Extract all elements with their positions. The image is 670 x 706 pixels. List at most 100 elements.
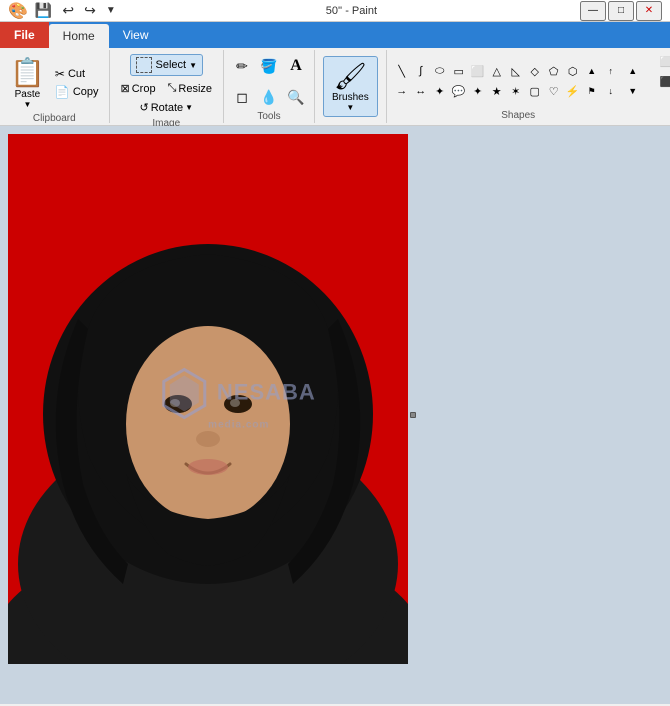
app-icon: 🎨 <box>8 1 28 21</box>
rotate-label: Rotate <box>151 102 183 114</box>
hexagon-shape[interactable]: ⬡ <box>564 62 582 80</box>
arrow-shape[interactable]: → <box>393 82 411 100</box>
cut-button[interactable]: ✂ Cut <box>51 66 103 82</box>
crop-button[interactable]: ⊠ Crop <box>116 80 161 97</box>
image-content: Select ▼ ⊠ Crop ⤡ Resize ↺ Rotate ▼ <box>116 54 218 116</box>
magnifier-tool[interactable]: 🔍 <box>284 85 308 109</box>
clipboard-label: Clipboard <box>6 111 103 126</box>
quad-arrow-shape[interactable]: ✦ <box>431 82 449 100</box>
ribbon-tabs: File Home View <box>0 22 670 48</box>
minimize-button[interactable]: — <box>580 1 606 21</box>
copy-button[interactable]: 📄 Copy <box>51 84 103 100</box>
canvas-handle[interactable] <box>410 412 416 418</box>
paste-button[interactable]: 📋 Paste ▼ <box>6 54 49 111</box>
shapes-grid-wrapper: ╲ ∫ ⬭ ▭ ⬜ △ ◺ ◇ ⬠ ⬡ ▲ ↑ → ↔ ✦ 💬 <box>393 62 620 100</box>
pencil-tool[interactable]: ✏ <box>230 54 254 78</box>
tab-file[interactable]: File <box>0 22 49 48</box>
tools-label: Tools <box>230 109 308 124</box>
ribbon-toolbar: 📋 Paste ▼ ✂ Cut 📄 Copy Clipboard <box>0 48 670 126</box>
tools-group: ✏ 🪣 A ◻ 💧 🔍 Tools <box>224 50 315 123</box>
brushes-arrow: ▼ <box>346 103 354 112</box>
flag-shape[interactable]: ⚑ <box>583 82 601 100</box>
clipboard-content: 📋 Paste ▼ ✂ Cut 📄 Copy <box>6 54 103 111</box>
shapes-scroll-down[interactable]: ▼ <box>624 82 642 100</box>
tools-row-2: ◻ 💧 🔍 <box>230 85 308 109</box>
color-picker-tool[interactable]: 💧 <box>257 85 281 109</box>
shapes-content: ╲ ∫ ⬭ ▭ ⬜ △ ◺ ◇ ⬠ ⬡ ▲ ↑ → ↔ ✦ 💬 <box>393 54 644 108</box>
image-row-2: ↺ Rotate ▼ <box>134 99 198 116</box>
window-controls: — □ ✕ <box>580 1 662 21</box>
pentagon-shape[interactable]: ⬠ <box>545 62 563 80</box>
undo-icon[interactable]: ↩ <box>59 1 77 20</box>
tools-row-1: ✏ 🪣 A <box>230 54 308 78</box>
clipboard-group: 📋 Paste ▼ ✂ Cut 📄 Copy Clipboard <box>0 50 110 123</box>
diamond-shape[interactable]: ◇ <box>526 62 544 80</box>
heart-shape[interactable]: ♡ <box>545 82 563 100</box>
select-button[interactable]: Select ▼ <box>130 54 204 76</box>
shapes-group: ╲ ∫ ⬭ ▭ ⬜ △ ◺ ◇ ⬠ ⬡ ▲ ↑ → ↔ ✦ 💬 <box>387 50 650 123</box>
double-arrow-shape[interactable]: ↔ <box>412 82 430 100</box>
select-label: Select <box>156 59 187 71</box>
rect-shape[interactable]: ▭ <box>450 62 468 80</box>
shapes-row-2: → ↔ ✦ 💬 ✦ ★ ✶ ▢ ♡ ⚡ ⚑ ↓ <box>393 82 620 100</box>
crop-label: Crop <box>132 83 156 95</box>
text-tool[interactable]: A <box>284 54 308 78</box>
oval-shape[interactable]: ⬭ <box>431 62 449 80</box>
paste-label: Paste <box>15 89 41 100</box>
star4-shape[interactable]: ✦ <box>469 82 487 100</box>
quick-access-toolbar: 💾 ↩ ↪ ▼ <box>32 1 119 20</box>
copy-icon: 📄 <box>55 85 70 99</box>
canvas-area[interactable]: NESABA media.com <box>0 126 670 704</box>
brushes-group: 🖌 Brushes ▼ <box>315 50 387 123</box>
outline-fill-group: ⬜ Outline ▼ ⬛ Fill ▾ <box>650 50 670 123</box>
rounded-rect2-shape[interactable]: ▢ <box>526 82 544 100</box>
clipboard-small-buttons: ✂ Cut 📄 Copy <box>51 66 103 100</box>
triangle-shape[interactable]: △ <box>488 62 506 80</box>
cut-label: Cut <box>68 68 85 80</box>
eraser-tool[interactable]: ◻ <box>230 85 254 109</box>
shapes-row-1: ╲ ∫ ⬭ ▭ ⬜ △ ◺ ◇ ⬠ ⬡ ▲ ↑ <box>393 62 620 80</box>
brushes-icon: 🖌 <box>334 61 367 92</box>
outline-button[interactable]: ⬜ Outline ▼ <box>656 54 670 70</box>
rotate-icon: ↺ <box>139 101 148 114</box>
fill-tool[interactable]: 🪣 <box>257 54 281 78</box>
maximize-button[interactable]: □ <box>608 1 634 21</box>
resize-button[interactable]: ⤡ Resize <box>163 80 217 97</box>
paste-dropdown-arrow: ▼ <box>23 100 31 109</box>
window-title: 50'' - Paint <box>123 5 580 17</box>
scroll2-shape[interactable]: ↓ <box>602 82 620 100</box>
outline-icon: ⬜ <box>660 57 670 68</box>
title-bar-left: 🎨 💾 ↩ ↪ ▼ <box>8 1 123 21</box>
tools-content: ✏ 🪣 A ◻ 💧 🔍 <box>230 54 308 109</box>
brushes-button[interactable]: 🖌 Brushes ▼ <box>323 56 378 117</box>
brushes-content: 🖌 Brushes ▼ <box>323 54 378 119</box>
redo-icon[interactable]: ↪ <box>81 1 99 20</box>
arrow-up-shape[interactable]: ▲ <box>583 62 601 80</box>
curve-shape[interactable]: ∫ <box>412 62 430 80</box>
star5-shape[interactable]: ★ <box>488 82 506 100</box>
select-icon <box>136 57 152 73</box>
scroll-shape[interactable]: ↑ <box>602 62 620 80</box>
canvas-image: NESABA media.com <box>8 134 408 664</box>
image-group: Select ▼ ⊠ Crop ⤡ Resize ↺ Rotate ▼ <box>110 50 225 123</box>
star6-shape[interactable]: ✶ <box>507 82 525 100</box>
rounded-rect-shape[interactable]: ⬜ <box>469 62 487 80</box>
right-triangle-shape[interactable]: ◺ <box>507 62 525 80</box>
tab-view[interactable]: View <box>109 22 163 48</box>
shapes-scroll: ▲ ▼ <box>622 62 644 100</box>
brushes-group-label <box>323 119 378 123</box>
shapes-scroll-up[interactable]: ▲ <box>624 62 642 80</box>
callout-shape[interactable]: 💬 <box>450 82 468 100</box>
close-button[interactable]: ✕ <box>636 1 662 21</box>
fill-button[interactable]: ⬛ Fill ▾ <box>656 74 670 91</box>
line-shape[interactable]: ╲ <box>393 62 411 80</box>
crop-icon: ⊠ <box>121 82 130 95</box>
dropdown-icon[interactable]: ▼ <box>103 4 119 17</box>
tab-home[interactable]: Home <box>49 24 109 48</box>
rotate-arrow: ▼ <box>185 103 193 112</box>
save-icon[interactable]: 💾 <box>32 1 55 20</box>
fill-icon: ⬛ <box>660 77 670 88</box>
rotate-button[interactable]: ↺ Rotate ▼ <box>134 99 198 116</box>
brushes-label: Brushes <box>332 92 369 103</box>
lightning-shape[interactable]: ⚡ <box>564 82 582 100</box>
